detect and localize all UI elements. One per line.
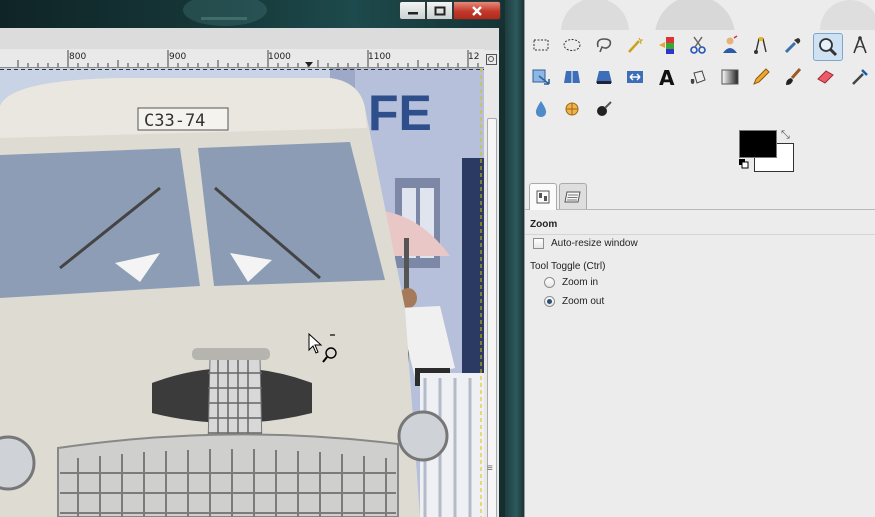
smudge-icon bbox=[597, 101, 612, 116]
scroll-grip-icon: ≡ bbox=[487, 463, 493, 474]
pencil-icon bbox=[753, 68, 770, 85]
wilber-header-art bbox=[561, 0, 875, 30]
tool-measure[interactable] bbox=[848, 33, 872, 57]
close-icon bbox=[472, 5, 482, 16]
close-button[interactable] bbox=[453, 1, 501, 20]
auto-resize-label: Auto-resize window bbox=[551, 238, 638, 249]
zoom-in-option[interactable]: Zoom in bbox=[544, 277, 598, 288]
rect-select-icon bbox=[533, 39, 549, 51]
tool-free-select[interactable] bbox=[592, 33, 616, 57]
tool-options-panel: Zoom Auto-resize window Tool Toggle (Ctr… bbox=[525, 210, 875, 517]
minimize-icon bbox=[407, 11, 418, 14]
navigate-icon bbox=[486, 53, 497, 65]
zoom-in-label: Zoom in bbox=[562, 277, 599, 288]
rotate-icon bbox=[627, 71, 643, 83]
airbrush-icon bbox=[852, 69, 868, 85]
device-status-icon bbox=[564, 191, 581, 202]
color-picker-icon bbox=[784, 38, 801, 54]
tool-align[interactable] bbox=[560, 65, 584, 89]
tool-zoom[interactable] bbox=[813, 33, 843, 61]
maximize-button[interactable] bbox=[426, 1, 453, 20]
text-icon: A bbox=[659, 67, 675, 87]
ink-icon bbox=[535, 101, 547, 117]
tool-blend[interactable] bbox=[718, 65, 742, 89]
tool-toggle-label: Tool Toggle (Ctrl) bbox=[530, 261, 606, 272]
tool-text[interactable]: A bbox=[655, 65, 679, 89]
zoom-out-option[interactable]: Zoom out bbox=[544, 296, 604, 307]
scissors-icon bbox=[690, 36, 706, 54]
bucket-fill-icon bbox=[690, 70, 706, 84]
foreground-color-swatch[interactable] bbox=[739, 130, 777, 158]
measure-icon bbox=[853, 36, 867, 54]
align-icon bbox=[564, 71, 580, 84]
tab-tool-options[interactable] bbox=[529, 183, 557, 210]
tool-paintbrush[interactable] bbox=[781, 65, 805, 89]
paintbrush-icon bbox=[786, 68, 802, 85]
tool-paths[interactable] bbox=[749, 33, 773, 57]
desktop-background bbox=[505, 0, 524, 517]
building-sign: FE bbox=[368, 85, 432, 141]
eraser-icon bbox=[817, 70, 834, 84]
toolbox-window: A ⤡ Zoom Auto-resize window Tool Toggle … bbox=[524, 0, 875, 517]
tool-smudge[interactable] bbox=[592, 97, 616, 121]
fuzzy-select-icon bbox=[628, 37, 644, 53]
canvas-area: 800 900 1000 1100 12 FE C33-74 ≡ bbox=[0, 28, 499, 517]
ellipse-select-icon bbox=[563, 39, 581, 51]
zoom-out-radio[interactable] bbox=[544, 296, 555, 307]
reset-colors-icon[interactable] bbox=[739, 159, 749, 169]
tool-airbrush[interactable] bbox=[848, 65, 872, 89]
navigate-button[interactable] bbox=[484, 50, 499, 68]
tool-color-picker[interactable] bbox=[781, 33, 805, 57]
zoom-in-radio[interactable] bbox=[544, 277, 555, 288]
ruler-label-1000: 1000 bbox=[268, 52, 291, 62]
bus-plate: C33-74 bbox=[144, 111, 205, 131]
tool-ink[interactable] bbox=[529, 97, 553, 121]
horizontal-ruler[interactable]: 800 900 1000 1100 12 bbox=[0, 50, 484, 68]
auto-resize-checkbox[interactable] bbox=[533, 238, 544, 249]
tab-device-status[interactable] bbox=[559, 183, 587, 209]
scrollbar-thumb[interactable] bbox=[487, 118, 497, 517]
zoom-icon bbox=[819, 38, 838, 57]
tool-color-select[interactable] bbox=[655, 33, 679, 57]
tool-options-icon bbox=[536, 190, 550, 204]
vertical-scrollbar[interactable]: ≡ bbox=[484, 68, 499, 517]
tool-move[interactable] bbox=[529, 65, 553, 89]
tool-crop[interactable] bbox=[592, 65, 616, 89]
tool-rotate[interactable] bbox=[623, 65, 647, 89]
ruler-label-1200: 12 bbox=[468, 52, 480, 62]
paths-icon bbox=[754, 37, 767, 54]
photo-content: FE C33-74 bbox=[0, 68, 484, 517]
color-select-icon bbox=[659, 37, 674, 54]
dock-tab-row bbox=[525, 179, 875, 210]
tool-options-title: Zoom bbox=[530, 219, 558, 230]
maximize-icon bbox=[434, 6, 445, 15]
minimize-button[interactable] bbox=[399, 1, 426, 20]
tool-pencil[interactable] bbox=[749, 65, 773, 89]
free-select-icon bbox=[596, 38, 612, 53]
blend-icon bbox=[721, 69, 739, 85]
clone-icon bbox=[565, 102, 579, 116]
toolbox-header bbox=[525, 0, 875, 30]
ruler-label-1100: 1100 bbox=[368, 52, 391, 62]
tool-foreground-select[interactable] bbox=[718, 33, 742, 57]
divider bbox=[525, 234, 875, 235]
ruler-label-900: 900 bbox=[169, 52, 187, 62]
tool-ellipse-select[interactable] bbox=[560, 33, 584, 57]
tool-bucket-fill[interactable] bbox=[686, 65, 710, 89]
tool-scissors[interactable] bbox=[686, 33, 710, 57]
tool-rect-select[interactable] bbox=[529, 33, 553, 57]
foreground-select-icon bbox=[723, 35, 738, 53]
tool-eraser[interactable] bbox=[813, 65, 837, 89]
tool-fuzzy-select[interactable] bbox=[623, 33, 647, 57]
svg-text:A: A bbox=[659, 67, 675, 87]
ruler-label-800: 800 bbox=[69, 52, 87, 62]
image-canvas[interactable]: FE C33-74 bbox=[0, 68, 484, 517]
tool-clone[interactable] bbox=[560, 97, 584, 121]
zoom-out-label: Zoom out bbox=[562, 296, 605, 307]
image-window: 800 900 1000 1100 12 FE C33-74 ≡ bbox=[0, 0, 505, 517]
crop-icon bbox=[596, 71, 612, 84]
auto-resize-row[interactable]: Auto-resize window bbox=[533, 238, 638, 249]
move-icon bbox=[532, 69, 550, 85]
swap-colors-icon[interactable]: ⤡ bbox=[781, 129, 790, 142]
